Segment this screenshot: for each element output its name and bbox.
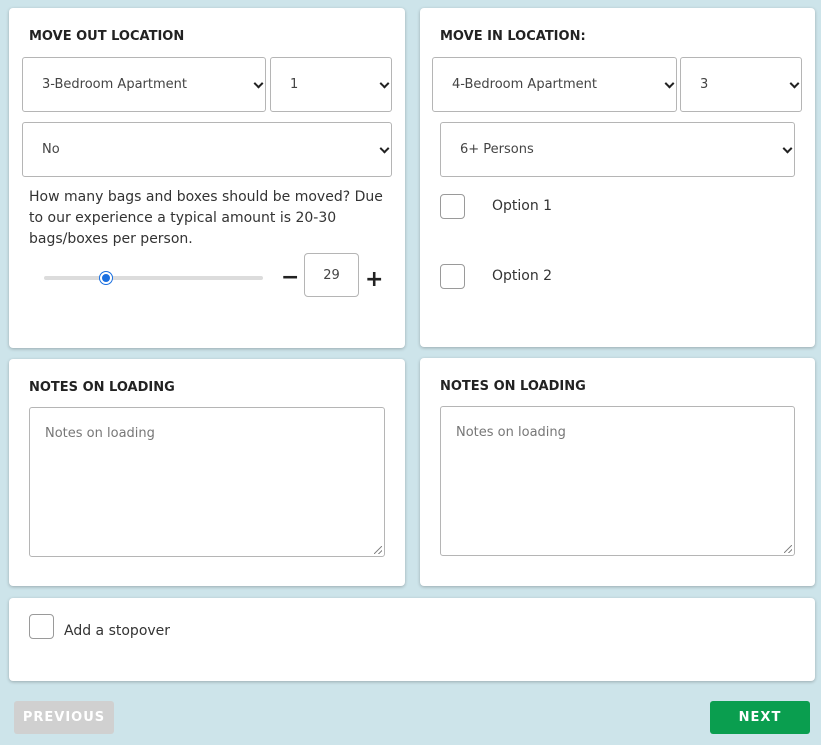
option1-label: Option 1: [492, 198, 553, 214]
next-button-label: NEXT: [738, 710, 782, 725]
move-in-property-type-value: 4-Bedroom Apartment: [452, 77, 597, 92]
move-in-persons-value: 6+ Persons: [460, 142, 534, 157]
move-out-card: MOVE OUT LOCATION 3-Bedroom Apartment 1 …: [9, 8, 405, 348]
notes-loading-in-textarea[interactable]: Notes on loading: [440, 406, 795, 556]
notes-loading-in-title: NOTES ON LOADING: [440, 379, 586, 394]
move-out-floor-select[interactable]: 1: [270, 57, 392, 112]
notes-loading-out-textarea[interactable]: Notes on loading: [29, 407, 385, 557]
move-out-elevator-value: No: [42, 142, 60, 157]
move-in-property-type-select[interactable]: 4-Bedroom Apartment: [432, 57, 677, 112]
notes-loading-out-title: NOTES ON LOADING: [29, 380, 175, 395]
previous-button-label: PREVIOUS: [22, 710, 106, 725]
chevron-down-icon: [664, 78, 675, 89]
move-in-persons-select[interactable]: 6+ Persons: [440, 122, 795, 177]
next-button[interactable]: NEXT: [710, 701, 810, 734]
move-out-title: MOVE OUT LOCATION: [29, 29, 185, 44]
bags-increment-button[interactable]: +: [365, 267, 383, 293]
move-in-floor-value: 3: [700, 77, 709, 92]
chevron-down-icon: [789, 78, 800, 89]
bags-slider-thumb[interactable]: [99, 272, 112, 284]
move-out-elevator-select[interactable]: No: [22, 122, 392, 177]
move-in-card: MOVE IN LOCATION: 4-Bedroom Apartment 3 …: [420, 8, 815, 347]
move-in-title: MOVE IN LOCATION:: [440, 29, 586, 44]
chevron-down-icon: [253, 78, 264, 89]
resize-grip-icon[interactable]: [374, 546, 382, 554]
option2-checkbox[interactable]: [440, 264, 465, 289]
move-in-floor-select[interactable]: 3: [680, 57, 802, 112]
chevron-down-icon: [379, 78, 390, 89]
previous-button[interactable]: PREVIOUS: [14, 701, 114, 734]
notes-loading-out-card: NOTES ON LOADING Notes on loading: [9, 359, 405, 586]
stopover-label: Add a stopover: [64, 623, 171, 639]
bags-question-text: How many bags and boxes should be moved?…: [29, 189, 383, 247]
bags-count-value: 29: [323, 267, 340, 283]
bags-slider-track: [44, 276, 263, 280]
move-out-floor-value: 1: [290, 77, 299, 92]
resize-grip-icon[interactable]: [784, 545, 792, 553]
notes-loading-out-placeholder: Notes on loading: [45, 426, 155, 441]
notes-loading-in-card: NOTES ON LOADING Notes on loading: [420, 358, 815, 586]
stopover-checkbox[interactable]: [29, 614, 54, 639]
chevron-down-icon: [782, 143, 793, 154]
move-out-property-type-select[interactable]: 3-Bedroom Apartment: [22, 57, 266, 112]
option2-label: Option 2: [492, 268, 553, 284]
bags-slider[interactable]: [44, 270, 263, 286]
bags-decrement-button[interactable]: −: [281, 265, 299, 291]
stopover-card: Add a stopover: [9, 598, 815, 681]
notes-loading-in-placeholder: Notes on loading: [456, 425, 566, 440]
move-out-property-type-value: 3-Bedroom Apartment: [42, 77, 187, 92]
option1-checkbox[interactable]: [440, 194, 465, 219]
bags-count-input[interactable]: 29: [304, 253, 359, 297]
chevron-down-icon: [379, 143, 390, 154]
